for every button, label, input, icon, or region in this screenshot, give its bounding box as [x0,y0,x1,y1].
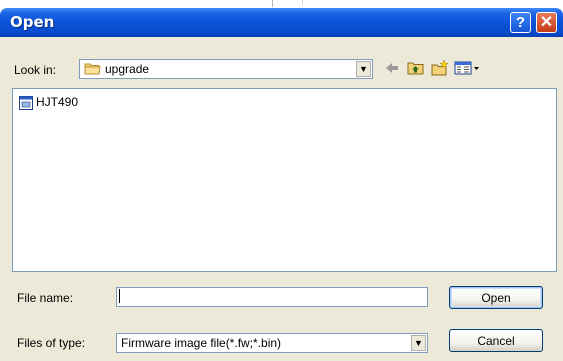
folder-icon [84,63,101,75]
files-of-type-combo[interactable]: Firmware image file(*.fw;*.bin) ▼ [116,333,428,353]
dialog-title: Open [10,13,55,31]
file-name: HJT490 [36,95,79,109]
divider [302,0,303,5]
files-of-type-label: Files of type: [17,336,86,350]
chevron-down-icon[interactable]: ▼ [411,335,426,351]
divider [272,0,273,7]
text-caret [119,289,120,303]
title-bar[interactable]: Open ? ✕ [0,8,563,37]
open-button[interactable]: Open [449,286,543,309]
close-button[interactable]: ✕ [536,12,557,33]
files-of-type-value: Firmware image file(*.fw;*.bin) [121,336,282,350]
open-dialog: Open ? ✕ Look in: upgrade ▼ HJT490 File … [0,8,563,361]
help-button[interactable]: ? [510,12,531,33]
new-folder-icon[interactable] [430,60,450,76]
file-icon [19,96,33,110]
file-list[interactable]: HJT490 [12,88,557,272]
look-in-label: Look in: [14,63,57,77]
chevron-down-icon[interactable]: ▼ [356,61,371,77]
up-folder-icon[interactable] [406,60,426,76]
file-name-input[interactable] [116,287,428,307]
file-name-label: File name: [17,291,74,305]
cancel-button[interactable]: Cancel [449,329,543,352]
back-arrow-icon[interactable] [382,60,402,76]
look-in-value: upgrade [105,62,150,76]
view-menu-icon[interactable] [454,60,480,76]
look-in-combo[interactable]: upgrade ▼ [79,59,373,79]
background-strip [0,0,563,8]
